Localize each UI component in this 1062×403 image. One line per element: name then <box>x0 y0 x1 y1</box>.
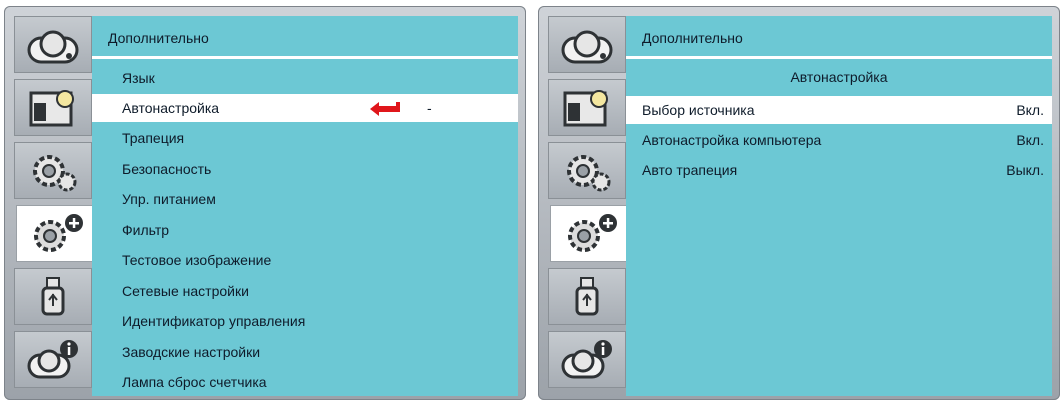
menu-item-label: Упр. питанием <box>122 191 216 207</box>
setting-label: Авто трапеция <box>642 162 738 178</box>
menu-item-language[interactable]: Язык <box>92 64 518 92</box>
menu-item-label: Идентификатор управления <box>122 313 306 329</box>
setting-label: Выбор источника <box>642 102 755 118</box>
menu-item-label: Автонастройка <box>122 100 220 116</box>
selected-marker: - <box>427 100 432 116</box>
menu-item-filter[interactable]: Фильтр <box>92 216 518 244</box>
menu-content: Дополнительно Язык Автонастройка - Трапе… <box>92 16 518 396</box>
setting-label: Автонастройка компьютера <box>642 132 822 148</box>
menu-item-control-id[interactable]: Идентификатор управления <box>92 307 518 335</box>
gear-icon <box>33 154 77 191</box>
tab-advanced[interactable] <box>16 205 96 262</box>
usb-icon <box>41 276 65 315</box>
category-sidebar <box>14 16 96 396</box>
menu-panel-submenu: Дополнительно Автонастройка Выбор источн… <box>538 6 1060 400</box>
tab-info[interactable] <box>548 331 626 388</box>
projector-icon <box>561 30 613 63</box>
brightness-icon <box>29 89 74 126</box>
gear-icon <box>567 154 611 191</box>
info-projector-icon <box>561 339 612 378</box>
tab-setup[interactable] <box>14 142 92 199</box>
setting-value: Вкл. <box>1016 132 1044 148</box>
menu-item-label: Лампа сброс счетчика <box>122 374 267 390</box>
menu-item-label: Фильтр <box>122 222 170 238</box>
setting-source-select[interactable]: Выбор источника Вкл. <box>626 96 1052 124</box>
menu-item-label: Безопасность <box>122 161 212 177</box>
brightness-icon <box>563 89 608 126</box>
setting-auto-pc-adjust[interactable]: Автонастройка компьютера Вкл. <box>626 126 1052 154</box>
menu-item-label: Тестовое изображение <box>122 252 272 268</box>
tab-picture[interactable] <box>548 16 626 73</box>
tab-advanced[interactable] <box>550 205 630 262</box>
menu-item-factory-reset[interactable]: Заводские настройки <box>92 338 518 366</box>
tab-display[interactable] <box>14 79 92 136</box>
advanced-gear-icon <box>568 213 617 252</box>
tab-picture[interactable] <box>14 16 92 73</box>
advanced-gear-icon <box>34 213 83 252</box>
menu-item-security[interactable]: Безопасность <box>92 155 518 183</box>
tab-usb[interactable] <box>14 268 92 325</box>
tab-usb[interactable] <box>548 268 626 325</box>
menu-item-label: Сетевые настройки <box>122 283 249 299</box>
menu-panel-main: Дополнительно Язык Автонастройка - Трапе… <box>4 6 526 400</box>
menu-item-lamp-counter-reset[interactable]: Лампа сброс счетчика <box>92 368 518 396</box>
tab-setup[interactable] <box>548 142 626 199</box>
menu-item-auto-setup[interactable]: Автонастройка - <box>92 94 518 122</box>
menu-item-test-pattern[interactable]: Тестовое изображение <box>92 246 518 274</box>
tab-info[interactable] <box>14 331 92 388</box>
tab-display[interactable] <box>548 79 626 136</box>
setting-auto-keystone[interactable]: Авто трапеция Выкл. <box>626 156 1052 184</box>
usb-icon <box>575 276 599 315</box>
submenu-content: Дополнительно Автонастройка Выбор источн… <box>626 16 1052 396</box>
menu-item-label: Трапеция <box>122 130 185 146</box>
enter-arrow-icon <box>370 102 400 116</box>
menu-item-power-management[interactable]: Упр. питанием <box>92 185 518 213</box>
menu-item-label: Язык <box>122 70 155 86</box>
setting-value: Выкл. <box>1006 162 1044 178</box>
projector-icon <box>27 30 79 63</box>
page-title: Дополнительно <box>626 16 1052 59</box>
menu-item-keystone[interactable]: Трапеция <box>92 124 518 152</box>
category-sidebar <box>548 16 630 396</box>
setting-value: Вкл. <box>1016 102 1044 118</box>
page-title: Дополнительно <box>92 16 518 59</box>
menu-item-network-settings[interactable]: Сетевые настройки <box>92 277 518 305</box>
submenu-title: Автонастройка <box>790 69 888 85</box>
menu-item-label: Заводские настройки <box>122 344 261 360</box>
info-projector-icon <box>27 339 78 378</box>
